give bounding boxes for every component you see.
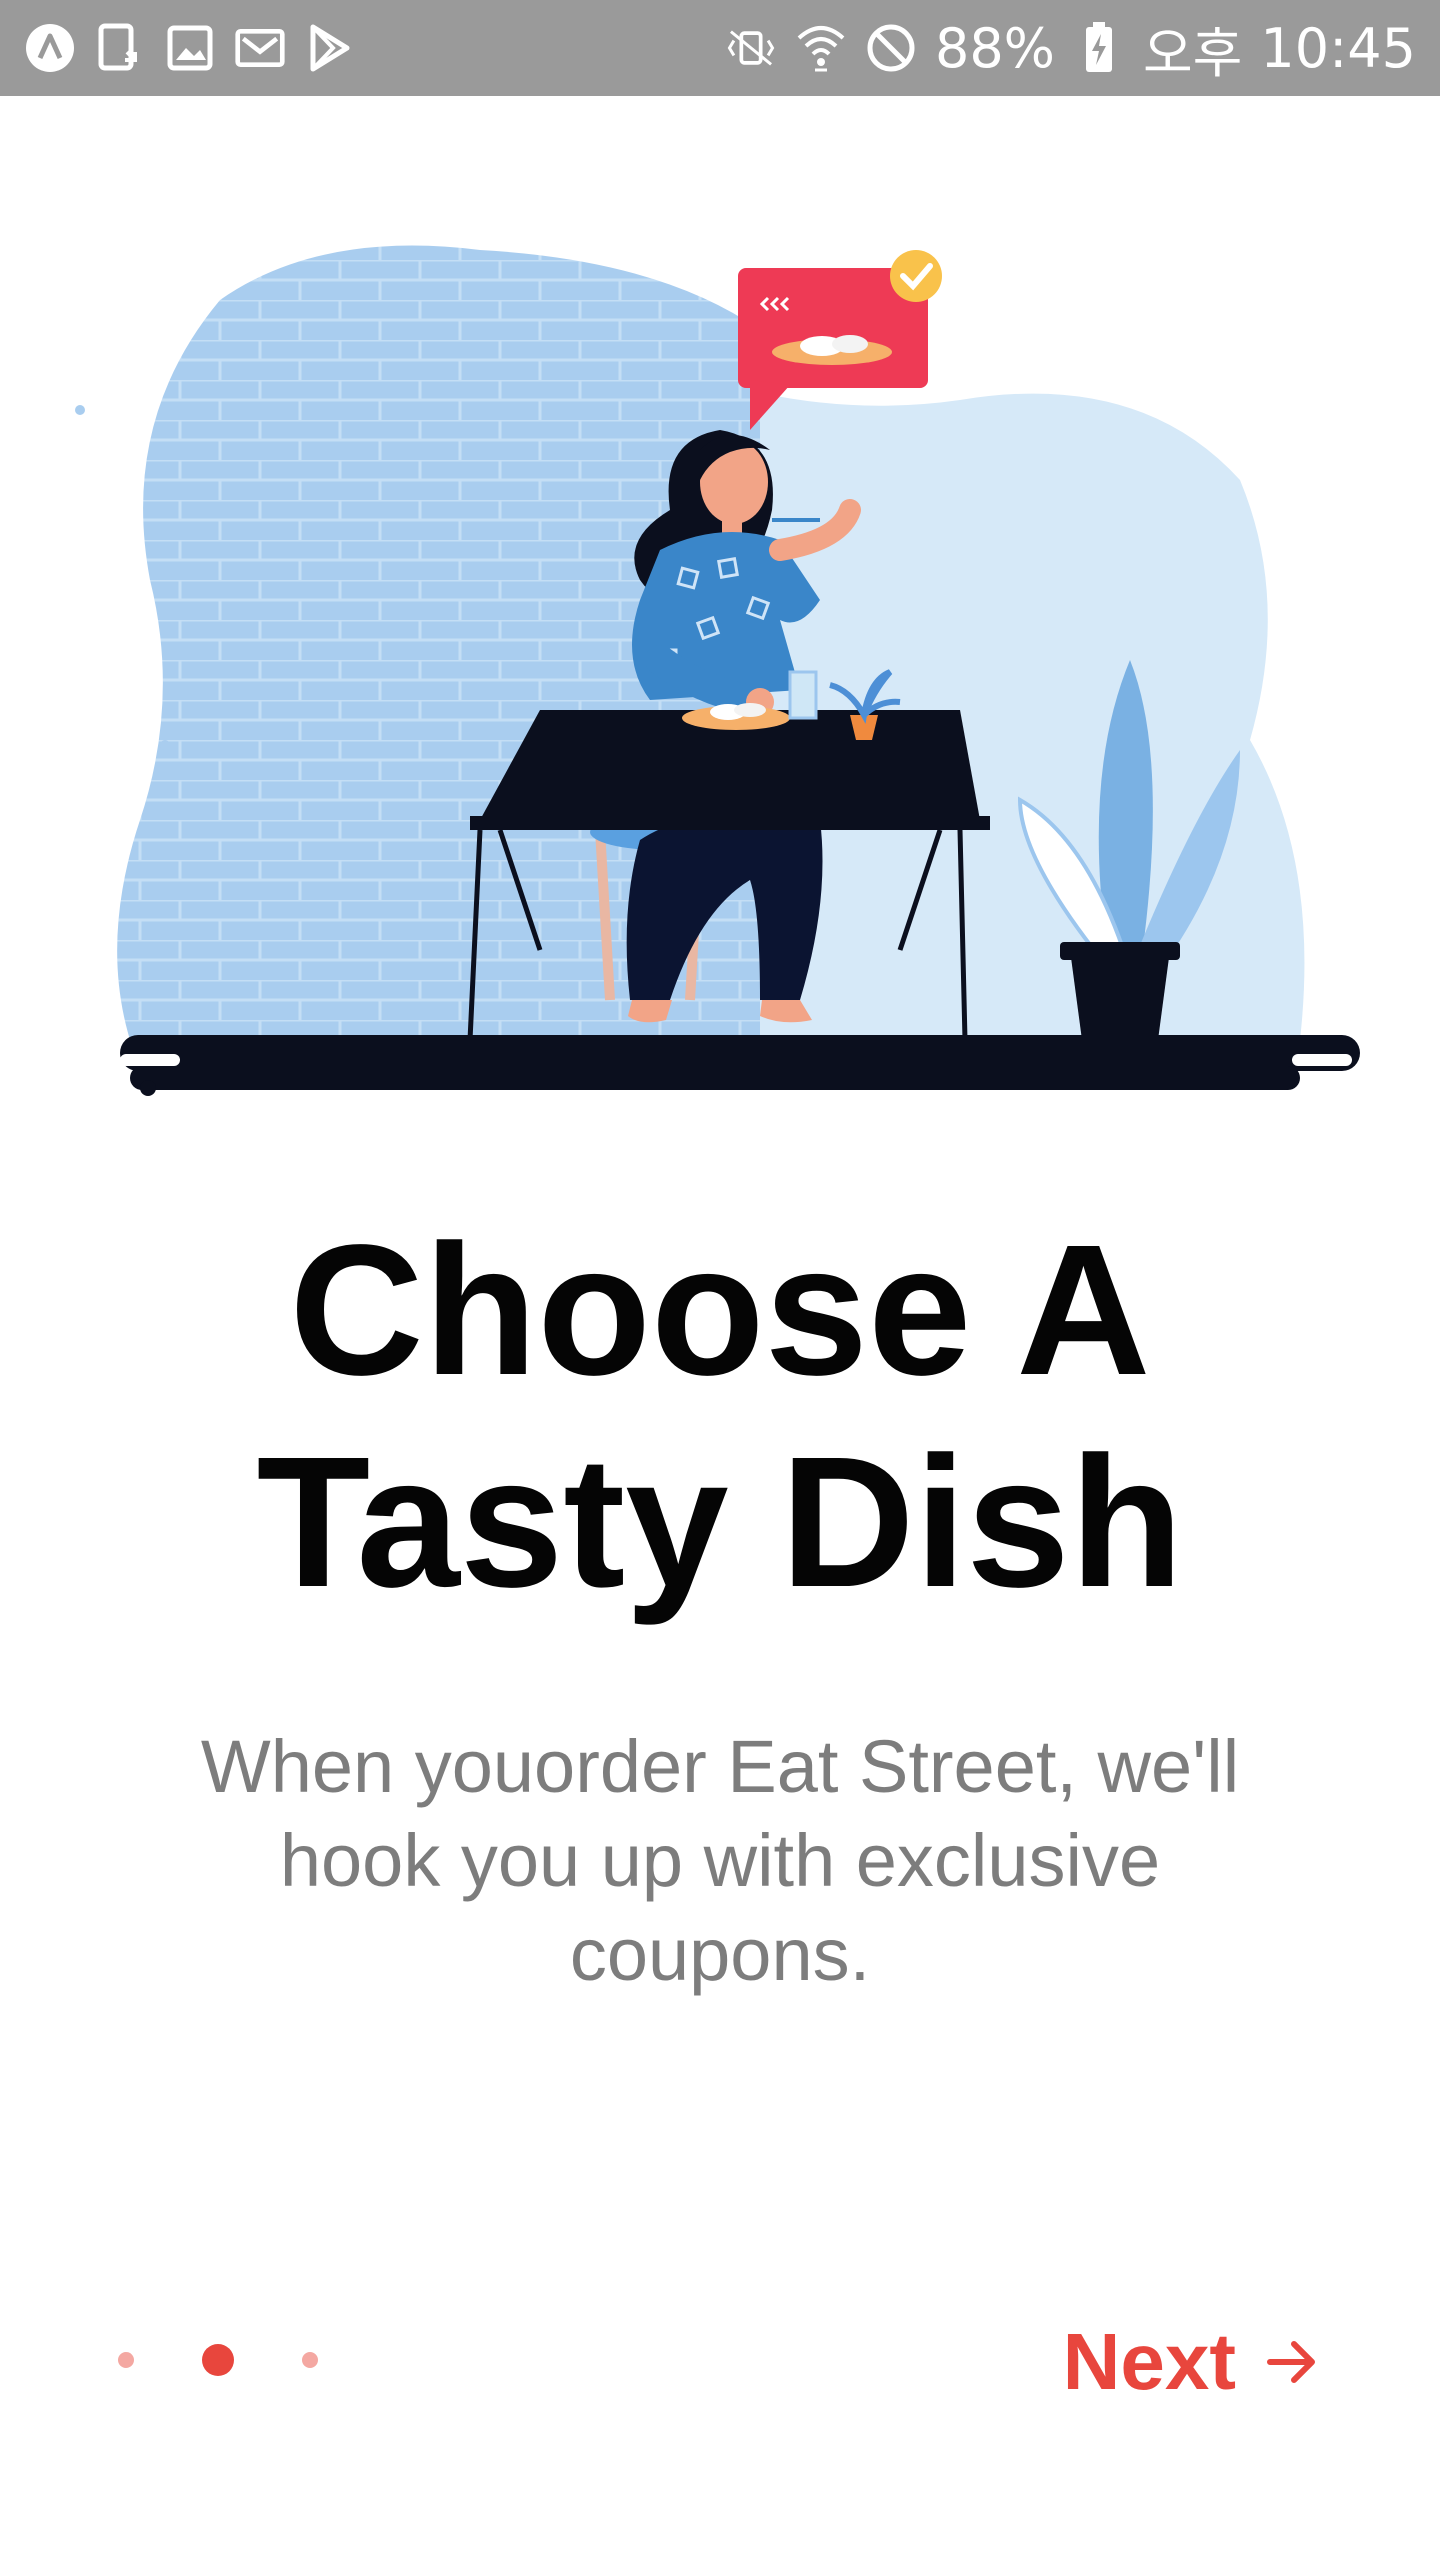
status-bar-notifications <box>24 22 356 74</box>
do-not-disturb-icon <box>865 22 917 74</box>
onboarding-title-line1: Choose A <box>289 1207 1151 1414</box>
gallery-notification-icon <box>164 22 216 74</box>
app-launcher-icon <box>24 22 76 74</box>
status-bar: 88% 오후 10:45 <box>0 0 1440 96</box>
page-dot-1[interactable] <box>118 2352 134 2368</box>
onboarding-title: Choose A Tasty Dish <box>0 1205 1440 1629</box>
status-bar-system: 88% 오후 10:45 <box>725 9 1416 88</box>
order-bubble <box>738 250 942 430</box>
floor <box>120 1035 1360 1096</box>
play-store-icon <box>304 22 356 74</box>
page-dot-2-active[interactable] <box>202 2344 234 2376</box>
next-button[interactable]: Next <box>1063 2312 1320 2412</box>
screenshot-notification-icon <box>94 22 146 74</box>
vibrate-icon <box>725 22 777 74</box>
mail-notification-icon <box>234 22 286 74</box>
arrow-right-icon <box>1264 2334 1320 2390</box>
status-time-period: 오후 <box>1143 21 1243 85</box>
wifi-icon <box>795 22 847 74</box>
battery-charging-icon <box>1073 22 1125 74</box>
woman-eating-illustration <box>60 220 1380 1120</box>
onboarding-description: When youorder Eat Street, we'll hook you… <box>200 1725 1240 1996</box>
status-time: 10:45 <box>1260 16 1416 80</box>
onboarding-title-line2: Tasty Dish <box>256 1419 1184 1626</box>
page-dot-3[interactable] <box>302 2352 318 2368</box>
next-label: Next <box>1062 2317 1236 2406</box>
battery-percent: 88% <box>934 16 1055 80</box>
